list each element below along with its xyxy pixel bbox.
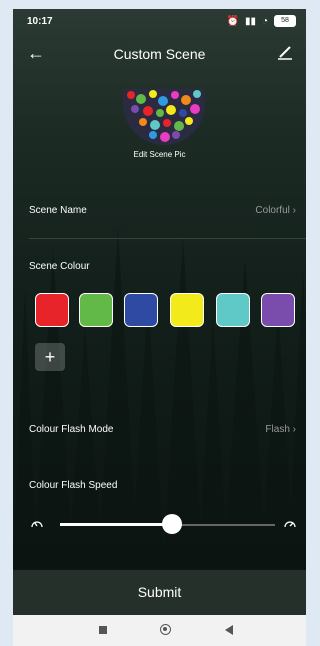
fast-speed-icon [284, 521, 296, 528]
colour-flash-mode-label: Colour Flash Mode [29, 424, 114, 435]
app-screen: 10:17 ⏰ ▮▮ ◔ 58 ← Custom Scene Edit Scen… [13, 9, 306, 615]
colour-swatch[interactable] [170, 293, 204, 327]
alarm-icon: ⏰ [226, 15, 239, 27]
speed-slider-thumb[interactable] [161, 514, 182, 534]
chevron-right-icon: › [292, 205, 296, 216]
home-icon[interactable] [160, 624, 171, 635]
status-time: 10:17 [27, 16, 53, 27]
scene-name-label: Scene Name [29, 205, 87, 216]
divider [29, 238, 306, 239]
colour-flash-mode-value: Flash › [265, 424, 296, 435]
battery-icon: 58 [274, 15, 296, 27]
scene-name-value: Colorful › [255, 205, 296, 216]
status-icons: ⏰ ▮▮ ◔ 58 [226, 15, 296, 27]
scene-pic-image [123, 89, 205, 145]
slow-speed-icon [31, 521, 43, 528]
colour-swatch[interactable] [124, 293, 158, 327]
wifi-icon: ◔ [261, 15, 268, 27]
submit-button[interactable]: Submit [13, 570, 306, 615]
chevron-right-icon: › [292, 424, 296, 435]
page-title: Custom Scene [113, 46, 206, 62]
system-nav-bar [13, 615, 306, 646]
signal-icon: ▮▮ [244, 15, 256, 27]
colour-swatch[interactable] [79, 293, 113, 327]
back-triangle-icon[interactable] [225, 625, 233, 635]
colour-flash-speed-label: Colour Flash Speed [29, 480, 118, 491]
colour-swatch[interactable] [261, 293, 295, 327]
scene-colour-label: Scene Colour [29, 261, 90, 272]
recents-icon[interactable] [99, 626, 107, 634]
edit-pencil-icon[interactable] [276, 43, 294, 61]
header: ← Custom Scene [13, 37, 306, 71]
speed-slider-fill [60, 523, 172, 526]
colour-swatch[interactable] [35, 293, 69, 327]
add-colour-button[interactable]: + [35, 343, 65, 371]
scene-pic[interactable] [123, 89, 205, 145]
edit-scene-pic-label[interactable]: Edit Scene Pic [13, 150, 306, 159]
status-bar: 10:17 ⏰ ▮▮ ◔ 58 [13, 9, 306, 35]
colour-swatch[interactable] [216, 293, 250, 327]
